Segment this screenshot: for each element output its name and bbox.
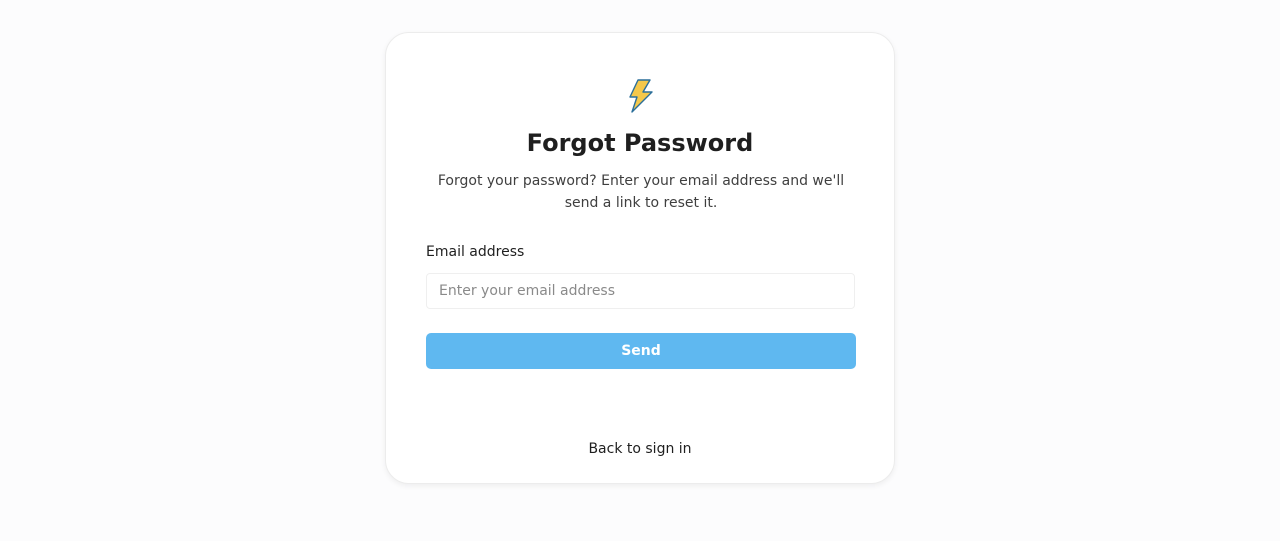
email-label: Email address (426, 244, 525, 260)
email-field[interactable] (426, 273, 855, 309)
page: Forgot Password Forgot your password? En… (0, 0, 1280, 541)
lightning-bolt-icon (629, 79, 653, 113)
send-button[interactable]: Send (426, 333, 856, 369)
forgot-password-card: Forgot Password Forgot your password? En… (385, 32, 895, 484)
page-subtitle: Forgot your password? Enter your email a… (437, 173, 845, 211)
back-to-sign-in-link[interactable]: Back to sign in (386, 441, 894, 457)
page-title: Forgot Password (526, 129, 754, 157)
